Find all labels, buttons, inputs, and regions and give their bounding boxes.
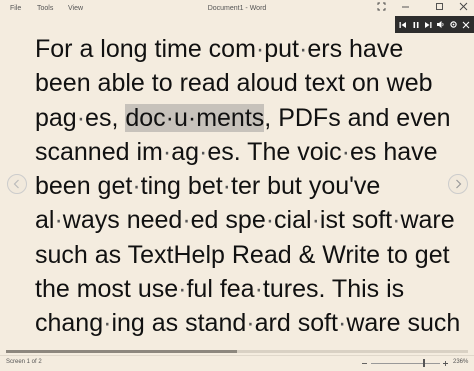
next-paragraph-button[interactable] — [422, 18, 435, 32]
text-line: such as TextHelp Read & Write to get — [35, 238, 465, 272]
text-run: For a long time com — [35, 35, 256, 63]
minimize-icon — [401, 6, 409, 8]
next-icon — [425, 21, 432, 28]
text-line: pag·es, doc·u·ments, PDFs and even — [35, 101, 465, 135]
pause-button[interactable] — [410, 18, 423, 32]
text-run: been get — [35, 172, 133, 201]
minimize-button[interactable] — [397, 2, 413, 15]
voice-settings-button[interactable] — [435, 18, 448, 32]
syllable-break: · — [76, 103, 86, 132]
text-run: ting bet — [140, 172, 223, 201]
close-icon — [462, 21, 470, 28]
zoom-out-icon[interactable] — [361, 360, 368, 367]
zoom-slider[interactable] — [371, 363, 440, 364]
text-run: pag — [35, 103, 77, 132]
text-run: tures. This is — [262, 275, 405, 304]
zoom-in-icon[interactable] — [442, 360, 449, 367]
text-run: , PDFs and even — [264, 103, 451, 132]
syllable-break: · — [311, 206, 320, 235]
text-line: chang·ing as stand·ard soft·ware such — [35, 306, 465, 340]
speaker-icon — [437, 21, 444, 28]
text-run: put — [264, 35, 300, 63]
text-run: ist soft — [319, 206, 393, 235]
status-bar: Screen 1 of 2 236% — [0, 355, 474, 371]
page-indicator: Screen 1 of 2 — [6, 359, 42, 365]
settings-button[interactable] — [447, 18, 460, 32]
text-run: ware — [400, 206, 455, 235]
text-line: been get·ting bet·ter but you've — [35, 169, 465, 203]
syllable-break: · — [246, 309, 255, 338]
text-run: ing as stand — [111, 309, 247, 338]
text-run: been able to read aloud text on web — [35, 69, 433, 98]
text-line: For a long time com·put·ers have — [35, 32, 465, 66]
text-run: ag — [171, 137, 199, 166]
text-run: scanned im — [35, 137, 163, 166]
title-bar: File Tools View Document1 - Word — [0, 0, 474, 17]
text-run: cial — [274, 206, 312, 235]
text-run: the most use — [35, 275, 179, 304]
text-run: ways need — [62, 206, 183, 235]
previous-screen-button[interactable] — [7, 174, 27, 194]
read-aloud-toolbar — [395, 16, 474, 33]
syllable-break: · — [254, 275, 263, 304]
close-window-icon — [459, 2, 467, 11]
syllable-break: · — [222, 172, 231, 201]
maximize-button[interactable] — [431, 2, 447, 15]
document-text[interactable]: For a long time com·put·ers have been abl… — [35, 32, 465, 341]
fullscreen-icon — [377, 2, 385, 11]
text-run: es, — [85, 103, 126, 132]
page-scrollbar-thumb[interactable] — [6, 350, 237, 353]
text-line: the most use·ful fea·tures. This is — [35, 272, 465, 306]
chevron-left-icon — [13, 179, 19, 189]
text-run: ed spe — [190, 206, 266, 235]
text-run: such as TextHelp Read & Write to get — [35, 240, 450, 269]
zoom-level[interactable]: 236% — [453, 359, 468, 365]
text-run: es have — [349, 137, 438, 166]
text-line: al·ways need·ed spe·cial·ist soft·ware — [35, 203, 465, 237]
close-read-aloud-button[interactable] — [460, 18, 473, 32]
text-run: chang — [35, 309, 104, 338]
text-run: ware such — [346, 309, 461, 338]
text-run: al — [35, 206, 55, 235]
highlighted-word: doc·u·ments — [125, 103, 265, 132]
previous-icon — [399, 21, 407, 28]
syllable-break: · — [132, 172, 141, 201]
text-run: es. The voic — [207, 137, 342, 166]
syllable-break: · — [182, 206, 191, 235]
syllable-break: · — [255, 35, 265, 63]
maximize-icon — [435, 3, 443, 10]
previous-paragraph-button[interactable] — [397, 18, 410, 32]
close-window-button[interactable] — [455, 2, 471, 15]
text-run: ful fea — [186, 275, 255, 304]
syllable-break: · — [54, 206, 63, 235]
text-run: ard soft — [254, 309, 338, 338]
settings-icon — [450, 21, 457, 28]
fullscreen-button[interactable] — [373, 2, 389, 15]
syllable-break: · — [341, 137, 350, 166]
text-run: ers have — [307, 35, 404, 63]
text-run: ter but you've — [231, 172, 381, 201]
syllable-break: · — [162, 137, 172, 166]
pause-icon — [413, 21, 419, 28]
text-line: scanned im·ag·es. The voic·es have — [35, 135, 465, 169]
syllable-break: · — [265, 206, 275, 235]
text-line: been able to read aloud text on web — [35, 66, 465, 100]
zoom-slider-thumb[interactable] — [423, 359, 425, 367]
